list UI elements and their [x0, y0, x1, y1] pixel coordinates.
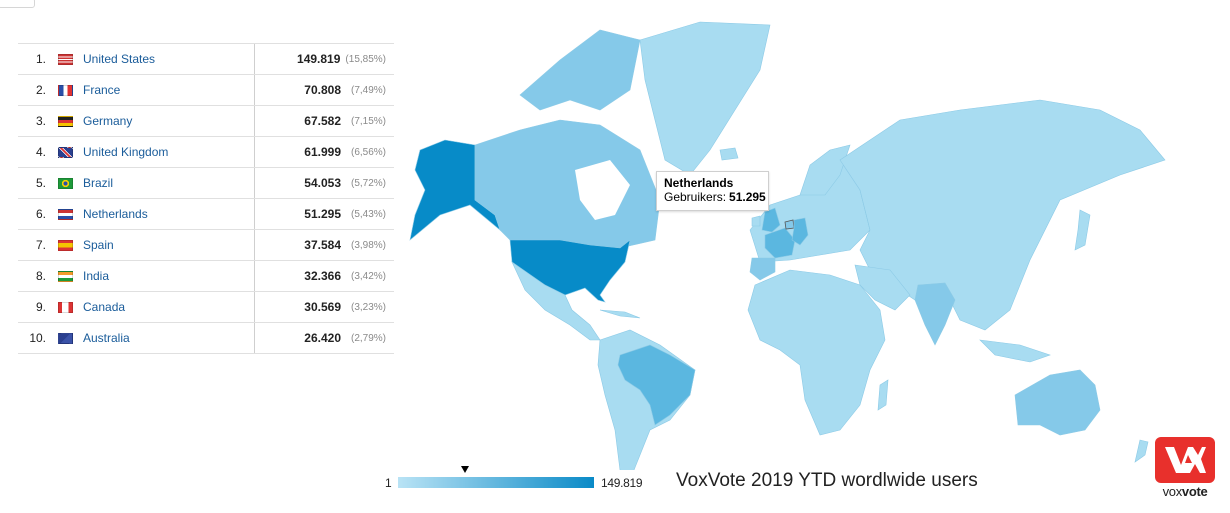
table-row[interactable]: 2. France 70.808 (7,49%)	[18, 75, 394, 106]
rank-label: 5.	[35, 176, 46, 190]
top-left-control[interactable]	[0, 0, 35, 8]
rank-label: 1.	[35, 52, 46, 66]
fr-flag-icon	[58, 84, 73, 96]
country-cell: 1. United States	[18, 44, 255, 74]
value-cell: 67.582 (7,15%)	[255, 106, 394, 136]
value-cell: 37.584 (3,98%)	[255, 230, 394, 260]
value-cell: 61.999 (6,56%)	[255, 137, 394, 167]
de-flag-icon	[58, 115, 73, 127]
table-row[interactable]: 5. Brazil 54.053 (5,72%)	[18, 168, 394, 199]
rank-label: 8.	[35, 269, 46, 283]
us-flag-icon	[58, 53, 73, 65]
tooltip-title: Netherlands	[664, 176, 734, 190]
voxvote-logo-icon	[1155, 437, 1215, 483]
country-link[interactable]: Brazil	[83, 176, 113, 190]
map-africa[interactable]	[747, 269, 886, 436]
legend-marker-icon	[461, 466, 470, 473]
users-value: 37.584	[304, 238, 341, 252]
country-link[interactable]: India	[83, 269, 109, 283]
rank-label: 10.	[29, 331, 46, 345]
rank-label: 2.	[35, 83, 46, 97]
users-value: 30.569	[304, 300, 341, 314]
country-table: 1. United States 149.819 (15,85%) 2. Fra…	[18, 43, 394, 354]
country-cell: 8. India	[18, 261, 255, 291]
country-cell: 6. Netherlands	[18, 199, 255, 229]
voxvote-logo: voxvote	[1155, 437, 1215, 507]
legend-min-label: 1	[385, 476, 392, 490]
legend-max-label: 149.819	[601, 476, 643, 490]
country-link[interactable]: Australia	[83, 331, 130, 345]
country-link[interactable]: Canada	[83, 300, 125, 314]
voxvote-wordmark: voxvote	[1155, 484, 1215, 499]
nl-flag-icon	[58, 208, 73, 220]
table-row[interactable]: 4. United Kingdom 61.999 (6,56%)	[18, 137, 394, 168]
map-spain[interactable]	[749, 257, 776, 281]
value-cell: 70.808 (7,49%)	[255, 75, 394, 105]
country-cell: 4. United Kingdom	[18, 137, 255, 167]
es-flag-icon	[58, 239, 73, 251]
users-value: 51.295	[304, 207, 341, 221]
value-cell: 51.295 (5,43%)	[255, 199, 394, 229]
au-flag-icon	[58, 332, 73, 344]
country-link[interactable]: Germany	[83, 114, 132, 128]
users-value: 67.582	[304, 114, 341, 128]
map-canada-islands[interactable]	[519, 29, 641, 111]
rank-label: 9.	[35, 300, 46, 314]
users-value: 26.420	[304, 331, 341, 345]
map-tooltip: Netherlands Gebruikers: 51.295	[656, 171, 769, 211]
table-row[interactable]: 3. Germany 67.582 (7,15%)	[18, 106, 394, 137]
table-row[interactable]: 8. India 32.366 (3,42%)	[18, 261, 394, 292]
br-flag-icon	[58, 177, 73, 189]
value-cell: 32.366 (3,42%)	[255, 261, 394, 291]
value-cell: 54.053 (5,72%)	[255, 168, 394, 198]
country-cell: 2. France	[18, 75, 255, 105]
value-cell: 26.420 (2,79%)	[255, 323, 394, 353]
country-cell: 5. Brazil	[18, 168, 255, 198]
rank-label: 4.	[35, 145, 46, 159]
users-value: 149.819	[297, 52, 341, 66]
rank-label: 7.	[35, 238, 46, 252]
users-value: 61.999	[304, 145, 341, 159]
value-cell: 149.819 (15,85%)	[255, 44, 394, 74]
country-link[interactable]: United States	[83, 52, 155, 66]
wordmark-light: vox	[1162, 484, 1183, 499]
wordmark-bold: vote	[1181, 484, 1208, 499]
map-caption: VoxVote 2019 YTD wordlwide users	[676, 470, 978, 491]
country-link[interactable]: Netherlands	[83, 207, 148, 221]
users-value: 54.053	[304, 176, 341, 190]
users-value: 32.366	[304, 269, 341, 283]
country-cell: 9. Canada	[18, 292, 255, 322]
users-value: 70.808	[304, 83, 341, 97]
country-cell: 10. Australia	[18, 323, 255, 353]
map-canada[interactable]	[474, 119, 661, 249]
world-map[interactable]	[380, 0, 1200, 470]
table-row[interactable]: 10. Australia 26.420 (2,79%)	[18, 323, 394, 354]
tooltip-value: 51.295	[729, 190, 766, 204]
table-row[interactable]: 6. Netherlands 51.295 (5,43%)	[18, 199, 394, 230]
table-row[interactable]: 1. United States 149.819 (15,85%)	[18, 44, 394, 75]
country-cell: 3. Germany	[18, 106, 255, 136]
tooltip-body: Gebruikers: 51.295	[664, 190, 766, 204]
in-flag-icon	[58, 270, 73, 282]
map-india[interactable]	[914, 282, 956, 346]
map-greenland[interactable]	[639, 21, 771, 176]
table-row[interactable]: 7. Spain 37.584 (3,98%)	[18, 230, 394, 261]
tooltip-label: Gebruikers:	[664, 190, 727, 204]
value-cell: 30.569 (3,23%)	[255, 292, 394, 322]
table-row[interactable]: 9. Canada 30.569 (3,23%)	[18, 292, 394, 323]
country-link[interactable]: United Kingdom	[83, 145, 168, 159]
country-link[interactable]: Spain	[83, 238, 114, 252]
country-link[interactable]: France	[83, 83, 120, 97]
map-australia[interactable]	[1014, 369, 1101, 436]
rank-label: 3.	[35, 114, 46, 128]
legend-color-bar	[398, 477, 594, 488]
gb-flag-icon	[58, 146, 73, 158]
map-netherlands[interactable]	[784, 219, 795, 230]
rank-label: 6.	[35, 207, 46, 221]
ca-flag-icon	[58, 301, 73, 313]
country-cell: 7. Spain	[18, 230, 255, 260]
